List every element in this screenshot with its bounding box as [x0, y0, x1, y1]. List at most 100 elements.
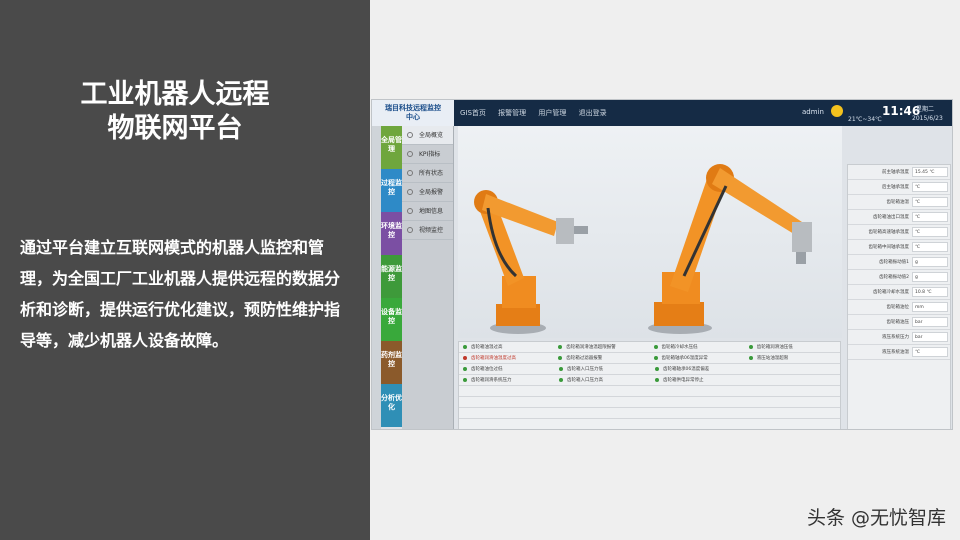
- category-chemical[interactable]: 药剂监控: [381, 341, 402, 384]
- alarm-text: 齿轮箱过滤器报警: [566, 355, 603, 361]
- menu-item-overview[interactable]: 全局概览: [402, 126, 453, 145]
- circle-icon: [407, 170, 413, 176]
- alarm-text: 液压站油温超限: [756, 355, 789, 361]
- alarm-item[interactable]: 齿轮箱入口压力高: [555, 375, 651, 385]
- category-energy[interactable]: 能源监控: [381, 255, 402, 298]
- alarm-item[interactable]: 齿轮箱冷却水压低: [650, 342, 745, 352]
- parameter-panel: 前主轴承温度 15.45 ℃ 后主轴承温度 ℃ 齿轮箱油温 ℃ 齿轮箱油出口温度 ℃ 齿…: [847, 164, 951, 429]
- param-row: 齿轮箱振动值2 g: [848, 270, 950, 285]
- param-value: bar: [912, 317, 948, 327]
- title-line-2: 物联网平台: [107, 113, 243, 144]
- status-dot-icon: [558, 345, 563, 349]
- param-label: 齿轮箱中间轴承温度: [868, 245, 910, 250]
- slide-title: 工业机器人远程 物联网平台: [0, 78, 350, 146]
- alarm-text: 齿轮箱润滑油温超限报警: [566, 344, 616, 350]
- robot-arms-illustration: [474, 164, 812, 334]
- status-dot-icon: [653, 356, 658, 360]
- nav-user[interactable]: 用户管理: [538, 109, 566, 117]
- alarm-item[interactable]: 齿轮箱润滑系统压力: [459, 375, 555, 385]
- alarm-text: 齿轮箱润滑系统压力: [471, 377, 512, 383]
- alarm-row-empty: [459, 397, 840, 408]
- param-row: 前主轴承温度 15.45 ℃: [848, 165, 950, 180]
- category-environment[interactable]: 环境监控: [381, 212, 402, 255]
- category-equipment[interactable]: 设备监控: [381, 298, 402, 341]
- nav-logout[interactable]: 退出登录: [579, 109, 607, 117]
- alarm-item[interactable]: 齿轮箱轴承06温度异常: [650, 353, 745, 363]
- status-dot-icon: [748, 356, 753, 360]
- circle-icon: [407, 227, 413, 233]
- alarm-text: 齿轮箱轴承06温度异常: [661, 355, 708, 361]
- alarm-item[interactable]: 齿轮箱油温过高: [459, 342, 554, 352]
- sub-menu: 全局概览 KPI指标 所有状态 全局报警 地图信息 视频监控: [402, 126, 454, 429]
- alarm-text: 齿轮箱冷却水压低: [661, 344, 698, 350]
- category-analysis[interactable]: 分析优化: [381, 384, 402, 427]
- menu-label: 全局概览: [419, 132, 444, 139]
- slide: 工业机器人远程 物联网平台 通过平台建立互联网模式的机器人监控和管理，为全国工厂…: [0, 0, 960, 540]
- weekday: 星期二: [916, 106, 935, 113]
- circle-icon: [407, 208, 413, 214]
- alarm-text: 齿轮箱油位过低: [471, 366, 503, 372]
- menu-item-alarm[interactable]: 全局报警: [402, 183, 453, 202]
- menu-item-kpi[interactable]: KPI指标: [402, 145, 453, 164]
- param-label: 液压系统压力: [882, 335, 909, 340]
- param-label: 齿轮箱振动值2: [879, 275, 909, 280]
- brand-logo[interactable]: 瑞目科技远程监控 中心: [372, 100, 454, 126]
- robot-view: [458, 126, 842, 338]
- alarm-text: 齿轮箱入口压力高: [567, 377, 603, 383]
- alarm-item[interactable]: 齿轮箱供电异常停止: [651, 375, 747, 385]
- param-row: 齿轮箱高速轴承温度 ℃: [848, 225, 950, 240]
- param-value: ℃: [912, 212, 948, 222]
- alarm-item[interactable]: 齿轮箱润滑油温超限报警: [554, 342, 649, 352]
- alarm-item[interactable]: 液压站油温超限: [745, 353, 840, 363]
- category-global[interactable]: 全局管理: [381, 126, 402, 169]
- category-process[interactable]: 过程监控: [381, 169, 402, 212]
- nav-gis[interactable]: GIS首页: [460, 109, 486, 117]
- param-value: g: [912, 272, 948, 282]
- alarm-item-critical[interactable]: 齿轮箱润滑油温度过高: [459, 353, 554, 363]
- alarm-item[interactable]: 齿轮箱润滑油压低: [745, 342, 840, 352]
- param-row: 齿轮箱油温 ℃: [848, 195, 950, 210]
- top-bar: 瑞目科技远程监控 中心 GIS首页 报警管理 用户管理 退出登录 admin 2…: [372, 100, 952, 126]
- param-row: 齿轮箱中间轴承温度 ℃: [848, 240, 950, 255]
- alarm-text: 齿轮箱入口压力低: [567, 366, 603, 372]
- alarm-row: 齿轮箱润滑油温度过高 齿轮箱过滤器报警 齿轮箱轴承06温度异常 液压站油温超限: [459, 353, 840, 364]
- param-label: 后主轴承温度: [882, 185, 909, 190]
- param-value: 10.8 ℃: [912, 287, 948, 297]
- param-label: 齿轮箱油出口温度: [873, 215, 909, 220]
- status-dot-icon: [655, 367, 659, 371]
- nav-alarm[interactable]: 报警管理: [498, 109, 526, 117]
- param-label: 齿轮箱油位: [886, 305, 910, 310]
- category-nav: 全局管理 过程监控 环境监控 能源监控 设备监控 药剂监控 分析优化: [381, 126, 402, 429]
- param-value: ℃: [912, 182, 948, 192]
- param-row: 齿轮箱油出口温度 ℃: [848, 210, 950, 225]
- status-dot-icon: [748, 345, 753, 349]
- top-nav: GIS首页 报警管理 用户管理 退出登录: [460, 108, 617, 118]
- status-dot-icon: [463, 378, 467, 382]
- param-value: ℃: [912, 197, 948, 207]
- alarm-text: 齿轮箱润滑油温度过高: [471, 355, 516, 361]
- menu-item-status[interactable]: 所有状态: [402, 164, 453, 183]
- alarm-row: 齿轮箱油温过高 齿轮箱润滑油温超限报警 齿轮箱冷却水压低 齿轮箱润滑油压低: [459, 342, 840, 353]
- menu-label: 地图信息: [419, 208, 444, 215]
- watermark: 头条 @无忧智库: [806, 507, 946, 529]
- status-dot-icon: [463, 356, 467, 360]
- slide-description: 通过平台建立互联网模式的机器人监控和管理，为全国工厂工业机器人提供远程的数据分析…: [20, 238, 341, 350]
- status-dot-icon: [463, 345, 467, 349]
- user-name[interactable]: admin: [802, 108, 824, 116]
- status-dot-icon: [559, 367, 563, 371]
- menu-item-video[interactable]: 视频监控: [402, 221, 453, 240]
- param-row: 齿轮箱振动值1 g: [848, 255, 950, 270]
- status-dot-icon: [558, 356, 563, 360]
- alarm-item[interactable]: 齿轮箱过滤器报警: [554, 353, 649, 363]
- menu-item-map[interactable]: 地图信息: [402, 202, 453, 221]
- left-edge: [372, 126, 381, 429]
- alarm-row: 齿轮箱润滑系统压力 齿轮箱入口压力高 齿轮箱供电异常停止: [459, 375, 840, 386]
- status-dot-icon: [559, 378, 563, 382]
- alarm-row: 齿轮箱油位过低 齿轮箱入口压力低 齿轮箱轴承06温度偏差: [459, 364, 840, 375]
- alarm-row-empty: [459, 386, 840, 397]
- param-label: 齿轮箱振动值1: [879, 260, 909, 265]
- status-dot-icon: [655, 378, 659, 382]
- alarm-item[interactable]: 齿轮箱轴承06温度偏差: [651, 364, 747, 374]
- alarm-item[interactable]: 齿轮箱油位过低: [459, 364, 555, 374]
- alarm-item[interactable]: 齿轮箱入口压力低: [555, 364, 651, 374]
